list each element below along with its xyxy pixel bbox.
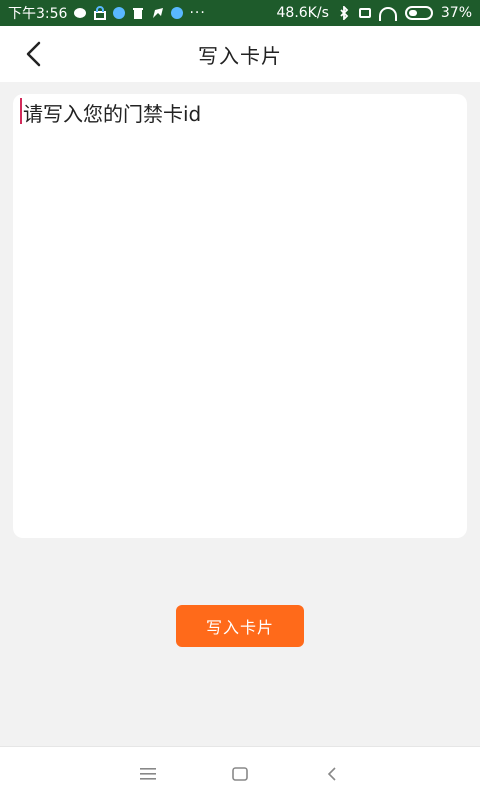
battery-percent: 37% <box>440 5 472 21</box>
status-right: 48.6K/s 37% <box>276 5 472 21</box>
system-nav-bar <box>0 746 480 800</box>
status-time: 下午3:56 <box>8 6 68 22</box>
write-card-button[interactable]: 写入卡片 <box>176 605 304 647</box>
bluetooth-icon <box>337 6 351 20</box>
text-cursor <box>20 98 22 124</box>
menu-icon[interactable] <box>133 759 163 789</box>
more-notifications-icon: ··· <box>189 5 206 21</box>
nav-back-icon[interactable] <box>317 759 347 789</box>
back-arrow-icon[interactable] <box>18 38 50 70</box>
lock-icon <box>93 6 107 20</box>
card-id-input[interactable]: 请写入您的门禁卡id <box>13 94 467 538</box>
pin-icon <box>151 6 165 20</box>
network-speed: 48.6K/s <box>276 5 329 21</box>
battery-icon <box>404 6 433 20</box>
trash-icon <box>131 6 145 20</box>
top-app-bar: 写入卡片 <box>0 26 480 82</box>
status-bar: 下午3:56 ··· 48.6K/s 37% <box>0 0 480 26</box>
app-notification-icon-2 <box>171 7 184 19</box>
home-icon[interactable] <box>225 759 255 789</box>
wifi-icon <box>378 7 397 21</box>
input-placeholder: 请写入您的门禁卡id <box>23 102 202 126</box>
sim-icon <box>358 8 371 18</box>
app-notification-icon <box>113 7 126 19</box>
chat-icon <box>73 6 87 20</box>
status-left: 下午3:56 ··· <box>8 3 206 23</box>
page-title: 写入卡片 <box>198 43 282 68</box>
